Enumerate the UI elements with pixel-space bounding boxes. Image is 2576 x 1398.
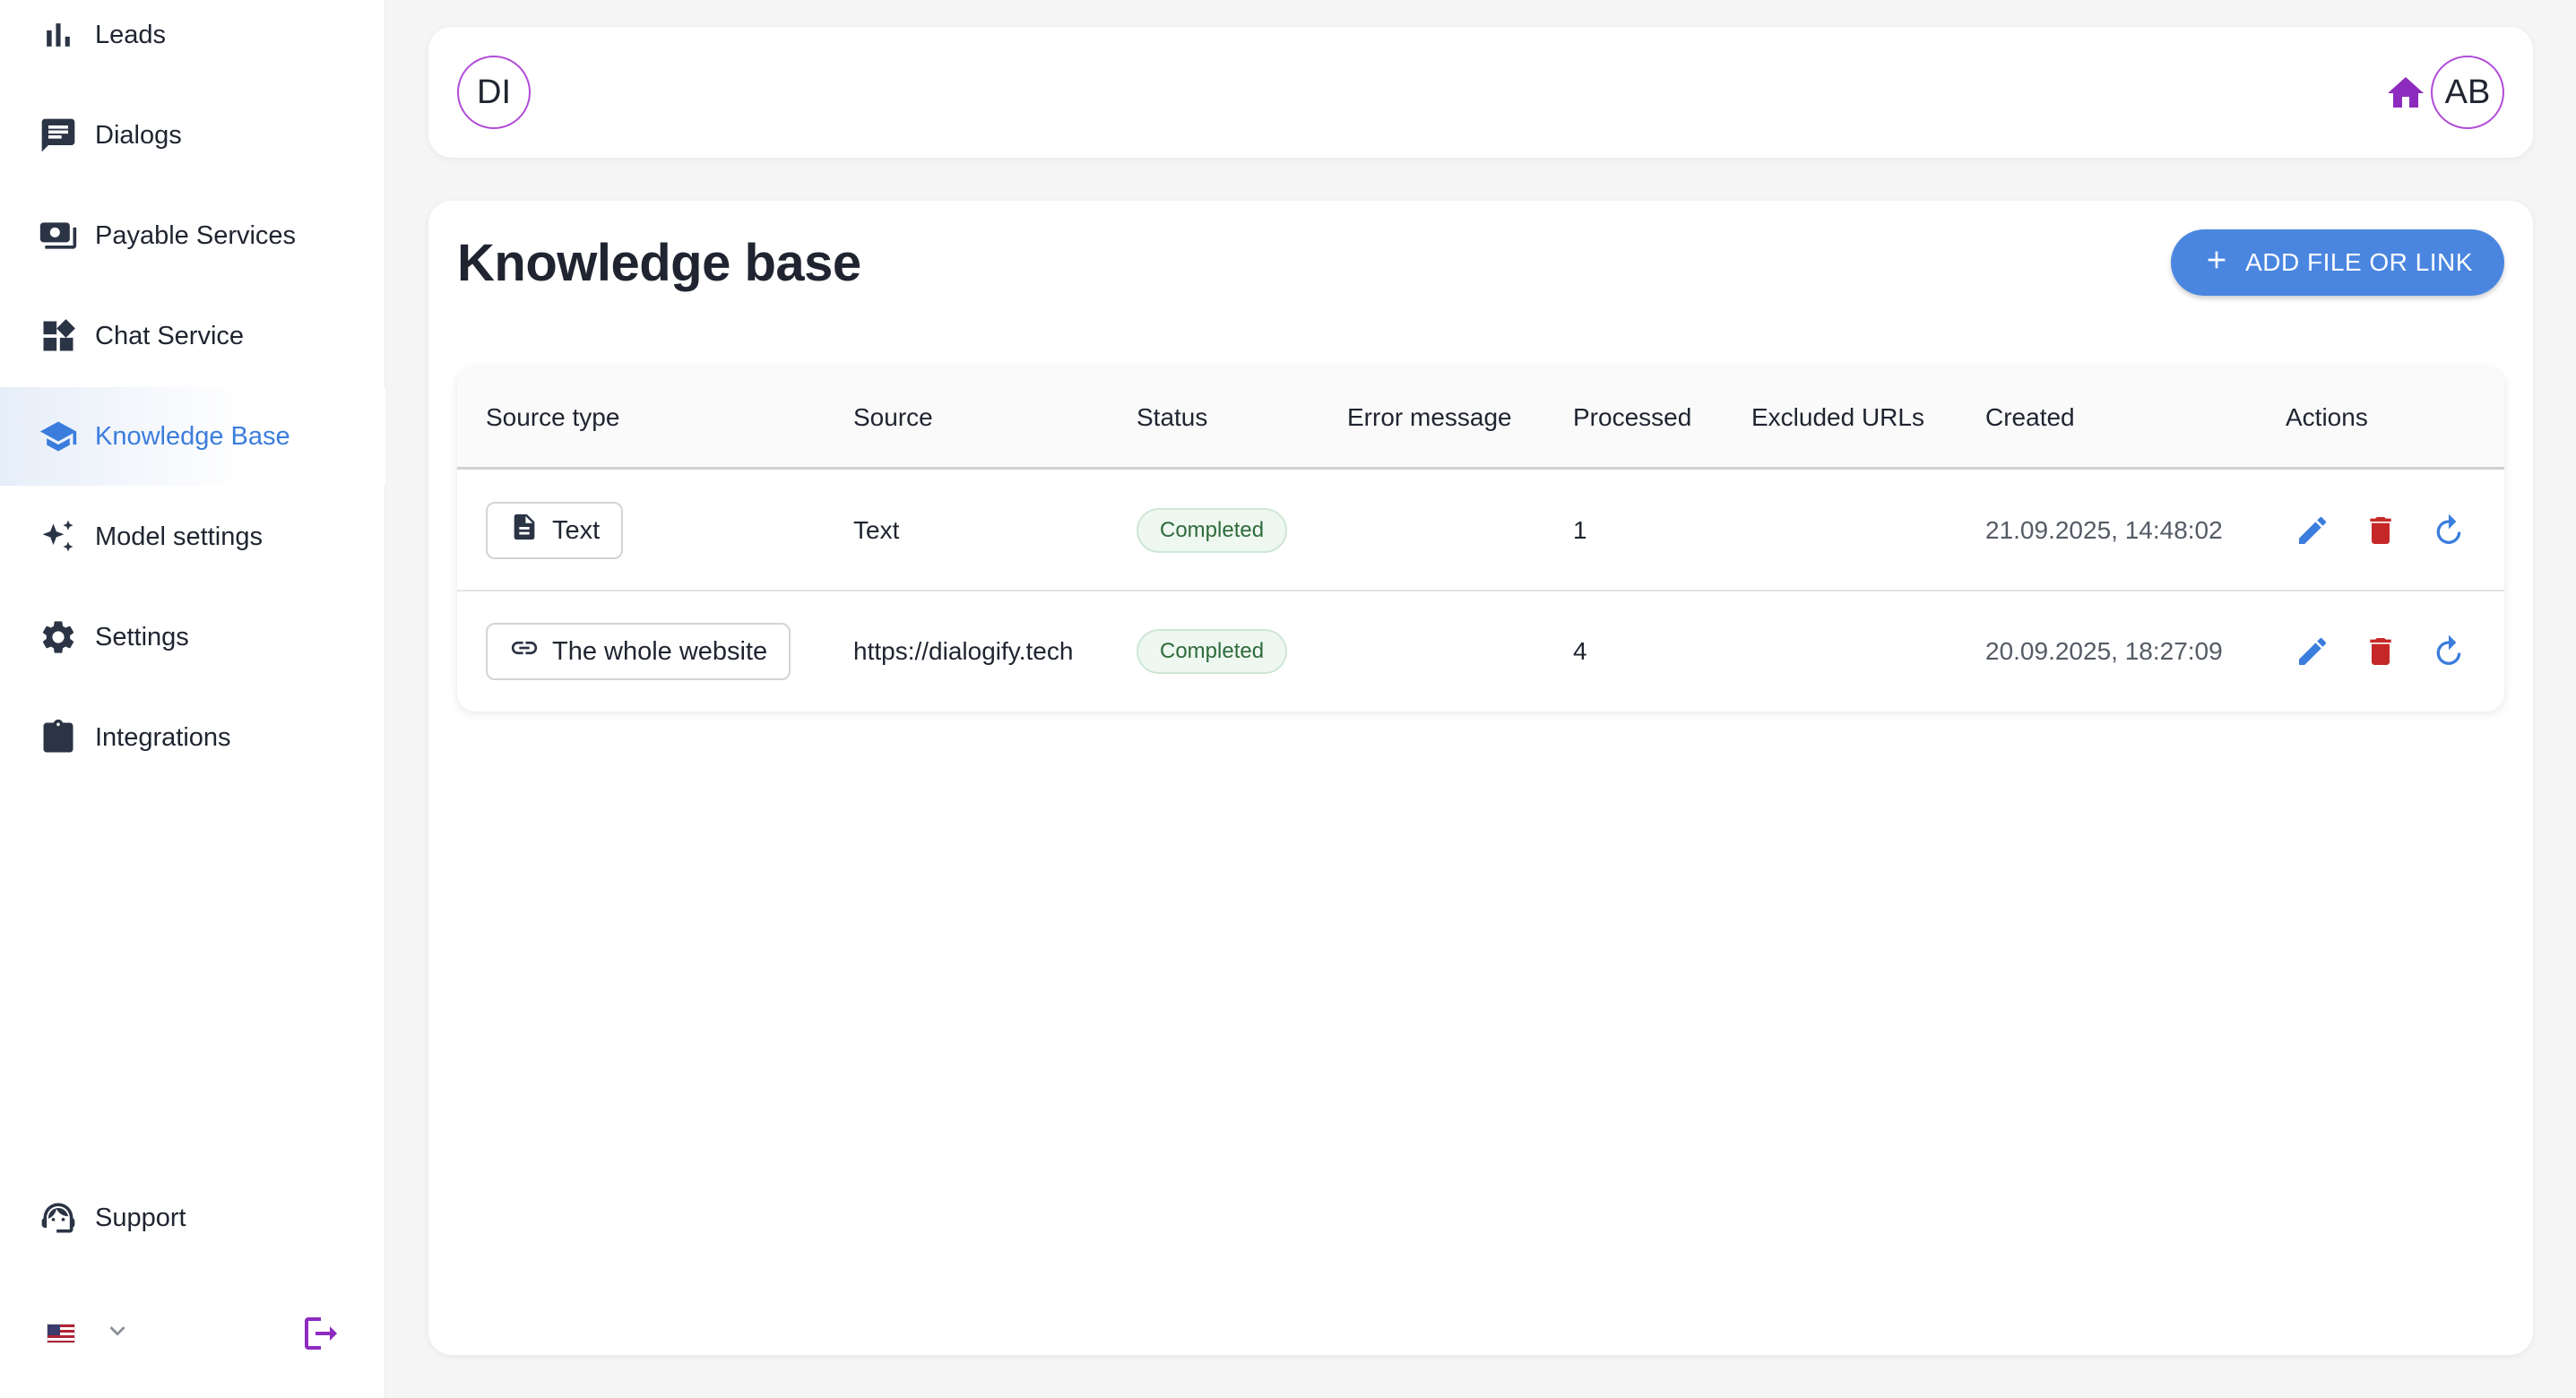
status-badge: Completed	[1137, 629, 1288, 674]
sidebar-item-knowledge-base[interactable]: Knowledge Base	[0, 387, 385, 486]
source-cell: https://dialogify.tech	[853, 637, 1074, 665]
top-bar: DI AB	[428, 27, 2533, 158]
main-card: Knowledge base ADD FILE OR LINK Source t…	[428, 201, 2533, 1355]
logout-button[interactable]	[299, 1312, 342, 1355]
language-selector[interactable]	[47, 1316, 133, 1351]
sidebar-item-dialogs[interactable]: Dialogs	[0, 86, 385, 185]
sidebar-item-label: Model settings	[95, 522, 263, 551]
chevron-down-icon	[102, 1316, 133, 1351]
reprocess-icon[interactable]	[2431, 513, 2467, 548]
reprocess-icon[interactable]	[2431, 634, 2467, 669]
header-actions: Actions	[2286, 403, 2368, 431]
edit-icon[interactable]	[2295, 513, 2330, 548]
source-cell: Text	[853, 516, 900, 544]
table-row: Text Text Completed 1 21.09.2025, 14:48:…	[457, 471, 2504, 591]
delete-icon[interactable]	[2363, 513, 2399, 548]
sidebar-item-label: Support	[95, 1203, 186, 1232]
sidebar-item-integrations[interactable]: Integrations	[0, 688, 385, 787]
source-type-chip[interactable]: The whole website	[486, 623, 791, 680]
table-row: The whole website https://dialogify.tech…	[457, 591, 2504, 712]
header-error-message[interactable]: Error message	[1347, 403, 1512, 432]
sidebar-item-label: Settings	[95, 622, 189, 652]
widgets-icon	[38, 315, 79, 357]
sidebar-item-support[interactable]: Support	[0, 1169, 385, 1267]
status-badge: Completed	[1137, 508, 1288, 553]
sidebar-item-label: Dialogs	[95, 120, 182, 150]
created-cell: 21.09.2025, 14:48:02	[1985, 516, 2223, 544]
processed-cell: 4	[1573, 637, 1587, 665]
add-button-label: ADD FILE OR LINK	[2245, 248, 2473, 276]
bar-chart-icon	[38, 14, 79, 56]
header-source-type[interactable]: Source type	[486, 403, 619, 432]
sidebar-item-payable-services[interactable]: Payable Services	[0, 186, 385, 285]
sidebar-item-settings[interactable]: Settings	[0, 588, 385, 686]
created-cell: 20.09.2025, 18:27:09	[1985, 637, 2223, 665]
logout-icon	[299, 1317, 342, 1359]
header-created[interactable]: Created	[1985, 403, 2075, 432]
header-processed[interactable]: Processed	[1573, 403, 1691, 432]
sidebar-item-leads[interactable]: Leads	[0, 0, 385, 84]
chat-icon	[38, 115, 79, 156]
gear-icon	[38, 617, 79, 658]
source-type-label: The whole website	[552, 636, 768, 666]
payments-icon	[38, 215, 79, 256]
delete-icon[interactable]	[2363, 634, 2399, 669]
page-title: Knowledge base	[457, 234, 861, 292]
workspace-avatar[interactable]: DI	[457, 56, 531, 129]
source-type-chip[interactable]: Text	[486, 502, 624, 559]
plus-icon	[2202, 246, 2231, 280]
source-type-label: Text	[552, 515, 601, 545]
sidebar-item-label: Payable Services	[95, 220, 297, 250]
sidebar-item-label: Integrations	[95, 722, 231, 752]
sidebar-item-chat-service[interactable]: Chat Service	[0, 287, 385, 385]
integration-icon	[38, 717, 79, 758]
sidebar-item-label: Knowledge Base	[95, 421, 290, 451]
edit-icon[interactable]	[2295, 634, 2330, 669]
sidebar: Leads Dialogs Payable Services Chat Serv…	[0, 0, 385, 1398]
link-icon	[509, 633, 540, 670]
us-flag-icon	[47, 1323, 75, 1343]
table-header: Source type Source Status Error message …	[457, 367, 2504, 470]
support-agent-icon	[38, 1197, 79, 1238]
user-avatar[interactable]: AB	[2431, 56, 2504, 129]
header-excluded-urls[interactable]: Excluded URLs	[1751, 403, 1924, 432]
sidebar-item-label: Chat Service	[95, 321, 245, 350]
home-icon[interactable]	[2384, 72, 2427, 115]
processed-cell: 1	[1573, 516, 1587, 544]
document-icon	[509, 512, 540, 549]
sparkle-icon	[38, 516, 79, 557]
add-file-or-link-button[interactable]: ADD FILE OR LINK	[2171, 229, 2504, 296]
sidebar-item-label: Leads	[95, 20, 167, 49]
knowledge-table: Source type Source Status Error message …	[457, 367, 2504, 712]
header-status[interactable]: Status	[1137, 403, 1207, 432]
sidebar-item-model-settings[interactable]: Model settings	[0, 488, 385, 586]
header-source[interactable]: Source	[853, 403, 933, 432]
school-icon	[38, 416, 79, 457]
